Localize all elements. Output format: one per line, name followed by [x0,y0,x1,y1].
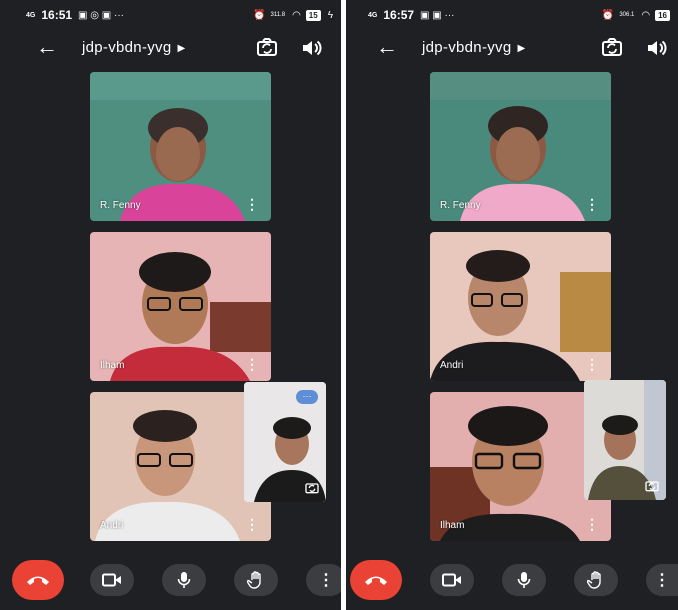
microphone-icon [517,572,531,588]
more-horizontal-icon[interactable]: ··· [296,390,318,404]
hand-icon [587,571,601,589]
call-controls: ⋮ [346,556,678,604]
more-vertical-icon[interactable]: ⋮ [245,517,259,531]
alarm-icon: ⏰ [253,9,266,21]
screenshot-collage: 4G 16:51 ▣ ◎ ▣ ··· ⏰ 311.8 ◠ 15 ϟ ← jdp-… [0,0,678,610]
phone-screen-right: 4G 16:57 ▣ ▣ ··· ⏰ 306.1 ◠ 16 ← jdp-vbdn… [346,0,678,610]
participant-tile[interactable]: R. Fenny ⋮ [430,72,611,221]
status-time: 16:51 [41,8,73,22]
wifi-icon: ◠ [641,9,651,21]
video-feed [430,232,611,381]
caret-right-icon: ▶ [177,42,186,54]
more-vertical-icon: ⋮ [654,572,670,589]
end-call-button[interactable] [12,560,64,600]
video-feed [430,72,611,221]
switch-camera-icon[interactable] [304,480,320,496]
self-preview[interactable] [584,380,666,500]
notification-icons: ▣ ▣ ··· [420,9,455,21]
raise-hand-button[interactable] [234,564,278,596]
participant-tile[interactable]: Andri ⋮ [430,232,611,381]
mic-toggle-button[interactable] [162,564,206,596]
end-call-button[interactable] [350,560,402,600]
network-speed: 306.1 [619,12,635,18]
signal-icon: 4G [368,11,378,19]
notification-icons: ▣ ◎ ▣ ··· [78,9,124,21]
raise-hand-button[interactable] [574,564,618,596]
caret-right-icon: ▶ [517,42,526,54]
more-vertical-icon: ⋮ [318,572,334,589]
status-time: 16:57 [383,8,415,22]
more-vertical-icon[interactable]: ⋮ [585,197,599,211]
camera-toggle-button[interactable] [430,564,474,596]
signal-icon: 4G [26,11,36,19]
meeting-code-label: jdp-vbdn-yvg [422,39,512,56]
meeting-code[interactable]: jdp-vbdn-yvg ▶ [82,39,185,56]
speaker-icon[interactable] [644,36,668,60]
more-options-button[interactable]: ⋮ [646,564,678,596]
microphone-icon [177,572,191,588]
participant-tile[interactable]: R. Fenny ⋮ [90,72,271,221]
phone-end-icon [365,576,387,585]
meeting-code[interactable]: jdp-vbdn-yvg ▶ [422,39,525,56]
camera-toggle-button[interactable] [90,564,134,596]
status-bar: 4G 16:51 ▣ ◎ ▣ ··· ⏰ 311.8 ◠ 15 ϟ [26,6,333,24]
self-preview[interactable]: ··· [244,382,326,502]
more-vertical-icon[interactable]: ⋮ [585,357,599,371]
participant-tile[interactable]: Ilham ⋮ [90,232,271,381]
switch-camera-icon[interactable] [600,36,624,60]
battery-level: 16 [655,9,670,21]
call-top-bar: ← jdp-vbdn-yvg ▶ [346,34,678,62]
more-vertical-icon[interactable]: ⋮ [245,357,259,371]
arrow-left-icon[interactable]: ← [376,34,398,60]
video-feed [90,72,271,221]
call-top-bar: ← jdp-vbdn-yvg ▶ [0,34,341,62]
arrow-left-icon[interactable]: ← [36,34,58,60]
more-options-button[interactable]: ⋮ [306,564,341,596]
charging-icon: ϟ [327,9,333,21]
phone-end-icon [27,576,49,585]
call-controls: ⋮ [0,556,341,604]
video-camera-icon [102,573,121,587]
participant-name: Andri [100,520,124,531]
alarm-icon: ⏰ [601,9,615,21]
participant-name: R. Fenny [100,200,141,211]
battery-level: 15 [305,9,321,21]
network-speed: 311.8 [270,12,286,18]
mic-toggle-button[interactable] [502,564,546,596]
wifi-icon: ◠ [292,9,301,21]
speaker-icon[interactable] [299,36,323,60]
switch-camera-icon[interactable] [644,478,660,494]
more-vertical-icon[interactable]: ⋮ [585,517,599,531]
video-feed [90,232,271,381]
more-vertical-icon[interactable]: ⋮ [245,197,259,211]
participant-name: Andri [440,360,464,371]
switch-camera-icon[interactable] [255,36,279,60]
status-bar: 4G 16:57 ▣ ▣ ··· ⏰ 306.1 ◠ 16 [368,6,670,24]
participant-name: R. Fenny [440,200,481,211]
hand-icon [247,571,261,589]
participant-name: Ilham [440,520,465,531]
participant-name: Ilham [100,360,125,371]
phone-screen-left: 4G 16:51 ▣ ◎ ▣ ··· ⏰ 311.8 ◠ 15 ϟ ← jdp-… [0,0,341,610]
meeting-code-label: jdp-vbdn-yvg [82,39,172,56]
video-camera-icon [442,573,461,587]
